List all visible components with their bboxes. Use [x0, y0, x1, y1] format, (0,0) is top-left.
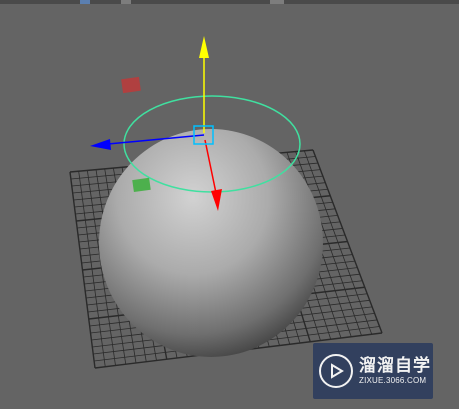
- sphere-object[interactable]: [99, 129, 323, 357]
- viewport-3d[interactable]: 溜溜自学 ZIXUE.3066.COM: [0, 0, 459, 409]
- yz-plane-handle[interactable]: [132, 177, 151, 193]
- watermark-text: 溜溜自学 ZIXUE.3066.COM: [359, 356, 431, 386]
- watermark-badge: 溜溜自学 ZIXUE.3066.COM: [313, 343, 433, 399]
- watermark-url: ZIXUE.3066.COM: [359, 376, 427, 385]
- play-logo-icon: [319, 354, 353, 388]
- watermark-title: 溜溜自学: [359, 356, 431, 376]
- y-axis-arrow-handle[interactable]: [199, 36, 209, 58]
- z-axis-arrow-handle[interactable]: [90, 139, 111, 150]
- xz-plane-handle[interactable]: [121, 76, 141, 94]
